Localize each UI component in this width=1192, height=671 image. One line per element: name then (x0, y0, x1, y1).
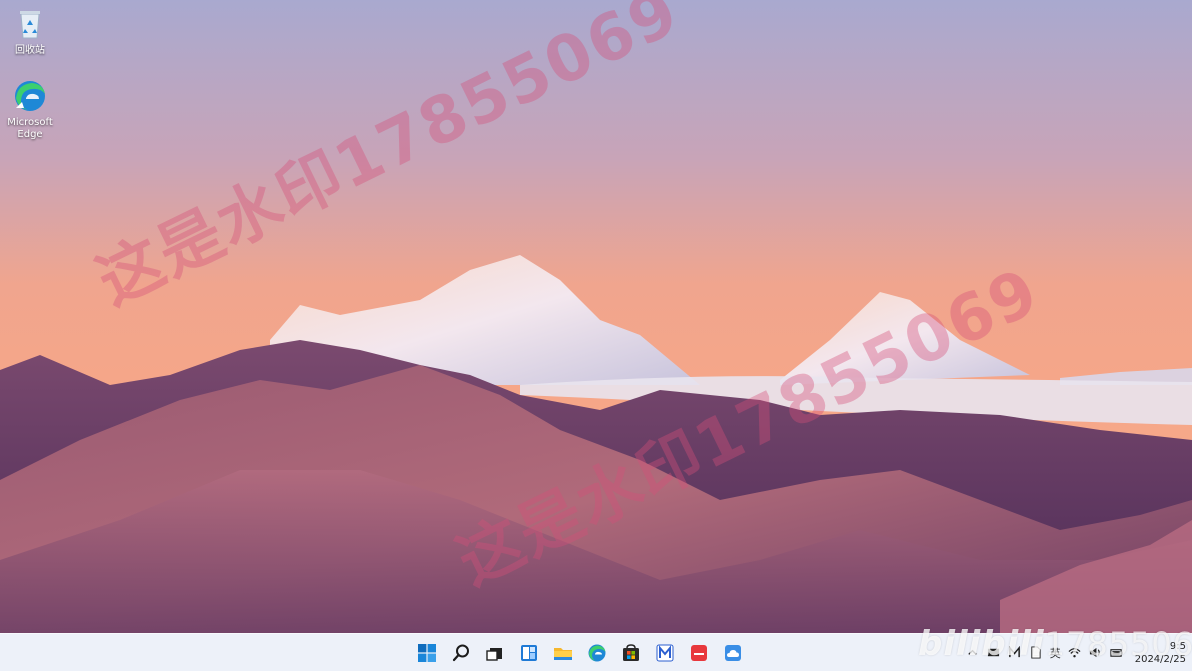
taskbar: 英 9:5 2024/2/25 (0, 633, 1192, 671)
taskbar-pinned-apps (410, 634, 750, 671)
battery-button[interactable] (1110, 646, 1124, 660)
battery-icon (1110, 649, 1123, 657)
desktop-icon-microsoft-edge[interactable]: Microsoft Edge (0, 78, 60, 141)
speaker-icon (1090, 647, 1100, 658)
search-icon (452, 644, 469, 661)
huawei-app-button[interactable] (682, 637, 716, 669)
wifi-icon (1068, 648, 1081, 658)
folder-icon (554, 647, 572, 660)
m-app-icon (656, 644, 674, 661)
wallpaper-mountains (0, 0, 1192, 633)
recycle-bin-icon (20, 11, 40, 39)
edge-icon (15, 81, 45, 111)
show-hidden-icons-button[interactable] (966, 646, 980, 660)
system-tray: 英 9:5 2024/2/25 (966, 634, 1186, 671)
desktop-icon-label: 回收站 (15, 45, 45, 56)
tray-m-app[interactable] (1008, 646, 1022, 660)
store-icon (623, 643, 639, 661)
clock-date: 2024/2/25 (1134, 653, 1186, 665)
chevron-up-icon (968, 649, 977, 655)
cloud-icon (725, 644, 741, 661)
input-method-indicator[interactable]: 英 (1050, 645, 1061, 661)
desktop-icon-recycle-bin[interactable]: 回收站 (0, 6, 60, 57)
cloud-app-button[interactable] (716, 637, 750, 669)
clock-time: 9:5 (1169, 640, 1186, 652)
document-icon (1031, 646, 1041, 659)
clock[interactable]: 9:5 2024/2/25 (1135, 640, 1186, 666)
tray-app-icon[interactable] (987, 646, 1001, 660)
search-button[interactable] (444, 637, 478, 669)
volume-button[interactable] (1089, 646, 1103, 660)
widgets-icon (521, 644, 537, 661)
huawei-app-icon (691, 644, 707, 661)
start-button[interactable] (410, 637, 444, 669)
task-view-button[interactable] (478, 637, 512, 669)
windows-start-icon (418, 643, 436, 662)
desktop[interactable]: 回收站 Microsoft Edge 这是水印17855069 这是水印1785… (0, 0, 1192, 633)
widgets-button[interactable] (512, 637, 546, 669)
desktop-icon-label: Microsoft Edge (7, 117, 53, 140)
file-explorer-button[interactable] (546, 637, 580, 669)
display-icon (988, 648, 1000, 657)
microsoft-store-button[interactable] (614, 637, 648, 669)
edge-icon (588, 644, 606, 661)
edge-taskbar-button[interactable] (580, 637, 614, 669)
m-app-button[interactable] (648, 637, 682, 669)
tray-file-icon[interactable] (1029, 646, 1043, 660)
m-app-icon (1009, 646, 1021, 658)
task-view-icon (486, 647, 502, 661)
network-button[interactable] (1068, 646, 1082, 660)
